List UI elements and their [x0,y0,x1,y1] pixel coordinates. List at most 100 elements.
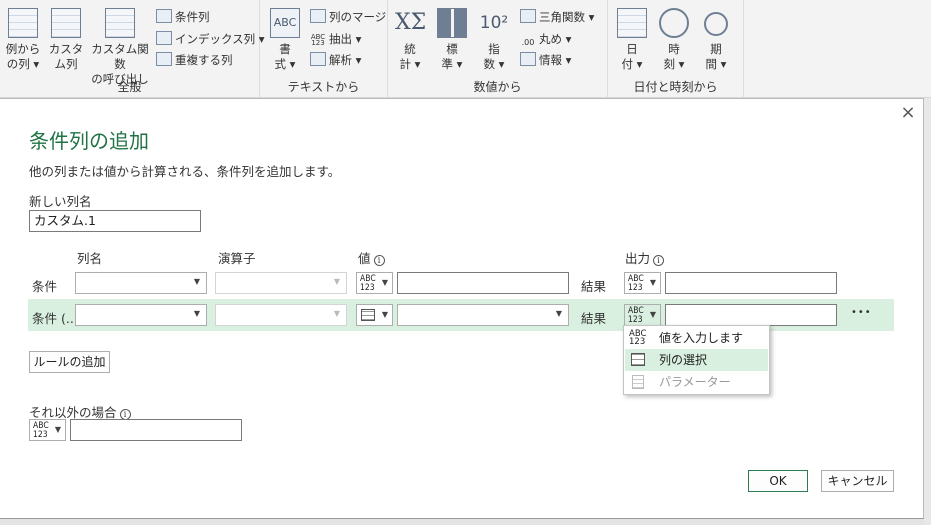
chevron-down-icon: ▼ [649,310,656,319]
index-column-icon [156,31,172,45]
format-button[interactable]: ABC 書 式 ▾ [266,8,304,72]
ribbon-group-general: 例から の列 ▾ カスタ ム列 カスタム関数 の呼び出し 条件列 インデックス列… [0,0,265,98]
abc123-icon: ABC 123 [628,274,644,293]
header-column-name: 列名 [77,251,103,266]
ribbon-group-label: 数値から [473,80,522,94]
ribbon: 例から の列 ▾ カスタ ム列 カスタム関数 の呼び出し 条件列 インデックス列… [0,0,931,98]
chevron-down-icon: ▼ [555,309,562,318]
header-value: 値i [358,248,385,267]
trigonometry-icon [520,9,536,23]
duplicate-column-icon [156,52,172,66]
output-type-menu: ABC 123 値を入力します 列の選択 パラメーター [623,325,770,395]
info-icon[interactable]: i [653,255,665,266]
table-icon [51,8,81,38]
chevron-down-icon: ▼ [193,277,200,286]
table-icon [361,309,375,321]
duration-button[interactable]: 期 間 ▾ [700,8,732,72]
else-type-button[interactable]: ABC 123 ▼ [29,419,66,441]
parameter-icon [632,375,644,389]
chevron-down-icon: ▼ [333,277,340,286]
merge-columns-icon [310,9,326,23]
menu-item-select-column[interactable]: 列の選択 [625,349,768,371]
output-type-button[interactable]: ABC 123 ▼ [624,304,661,326]
background-window-edge [924,98,931,525]
standard-button[interactable]: 標 準 ▾ [436,8,468,72]
condition-label: 条件 [32,279,58,294]
index-column-button[interactable]: インデックス列 ▾ [156,30,265,48]
info-icon[interactable]: i [373,255,385,266]
ribbon-group-label: テキストから [287,80,360,94]
ribbon-group-datetime: 日 付 ▾ 時 刻 ▾ 期 間 ▾ 日付と時刻から [608,0,744,98]
sigma-icon: XΣ [395,10,427,35]
header-operator: 演算子 [218,251,256,266]
output-input[interactable] [665,304,837,326]
extract-button[interactable]: ABC 123 抽出 ▾ [310,30,362,48]
operator-select: ▼ [215,304,347,326]
chevron-down-icon: ▼ [193,309,200,318]
add-rule-button[interactable]: ルールの追加 [29,351,110,373]
menu-item-enter-value[interactable]: ABC 123 値を入力します [625,327,768,349]
dialog-title: 条件列の追加 [29,129,149,153]
parse-icon [310,52,326,66]
abc123-icon: ABC 123 [33,421,49,440]
value-type-button[interactable]: ▼ [356,304,393,326]
result-label: 結果 [581,279,607,294]
extract-icon: ABC 123 [310,33,326,47]
invoke-custom-function-button[interactable]: カスタム関数 の呼び出し [88,8,152,87]
condition-label: 条件 (... [32,311,78,326]
information-button[interactable]: 情報 ▾ [520,51,571,69]
custom-column-button[interactable]: カスタ ム列 [48,8,84,72]
header-output: 出力 i [625,248,665,267]
trigonometry-button[interactable]: 三角関数 ▾ [520,8,594,26]
calculator-icon [437,8,467,38]
result-label: 結果 [581,311,607,326]
chevron-down-icon: ▼ [381,278,388,287]
else-input[interactable] [70,419,242,441]
dialog-description: 他の列または値から計算される、条件列を追加します。 [29,164,341,179]
ribbon-group-number: XΣ 統 計 ▾ 標 準 ▾ 10² 指 数 ▾ 三角関数 ▾ .00 丸め ▾ … [388,0,608,98]
from-examples-button[interactable]: 例から の列 ▾ [4,8,42,72]
value-type-button[interactable]: ABC 123 ▼ [356,272,393,294]
column-name-select[interactable]: ▼ [75,272,207,294]
cancel-button[interactable]: キャンセル [821,470,894,492]
rounding-icon: .00 [521,38,535,47]
abc123-icon: ABC 123 [360,274,376,293]
scientific-button[interactable]: 10² 指 数 ▾ [478,8,510,72]
duplicate-column-button[interactable]: 重複する列 [156,51,233,69]
output-input[interactable] [665,272,837,294]
stopwatch-icon [704,12,728,36]
chevron-down-icon: ▼ [649,278,656,287]
table-icon [8,8,38,38]
parse-button[interactable]: 解析 ▾ [310,51,361,69]
value-column-select[interactable]: ▼ [397,304,569,326]
merge-columns-button[interactable]: 列のマージ [310,8,386,26]
ribbon-group-label: 全般 [117,80,142,94]
column-name-select[interactable]: ▼ [75,304,207,326]
new-column-name-input[interactable]: カスタム.1 [29,210,201,232]
operator-select: ▼ [215,272,347,294]
ribbon-group-text: ABC 書 式 ▾ 列のマージ ABC 123 抽出 ▾ 解析 ▾ テキストから [260,0,388,98]
chevron-down-icon: ▼ [333,309,340,318]
ok-button[interactable]: OK [748,470,808,492]
chevron-down-icon: ▼ [54,425,61,434]
clock-icon [659,8,689,38]
close-icon[interactable]: × [898,103,918,123]
date-button[interactable]: 日 付 ▾ [616,8,648,72]
statistics-button[interactable]: XΣ 統 計 ▾ [394,8,426,72]
function-icon [105,8,135,38]
add-conditional-column-dialog: × 条件列の追加 他の列または値から計算される、条件列を追加します。 新しい列名… [0,98,924,522]
ribbon-group-label: 日付と時刻から [633,80,718,94]
abc123-icon: ABC 123 [629,329,647,347]
information-icon [520,52,536,66]
calendar-icon [617,8,647,38]
time-button[interactable]: 時 刻 ▾ [658,8,690,72]
abc-format-icon: ABC [270,8,300,38]
new-column-name-label: 新しい列名 [29,194,92,209]
menu-item-parameter[interactable]: パラメーター [625,371,768,393]
output-type-button[interactable]: ABC 123 ▼ [624,272,661,294]
more-options-icon[interactable]: ••• [851,307,872,318]
conditional-column-button[interactable]: 条件列 [156,8,210,26]
value-input[interactable] [397,272,569,294]
abc123-icon: ABC 123 [628,306,644,325]
rounding-button[interactable]: .00 丸め ▾ [520,30,572,48]
